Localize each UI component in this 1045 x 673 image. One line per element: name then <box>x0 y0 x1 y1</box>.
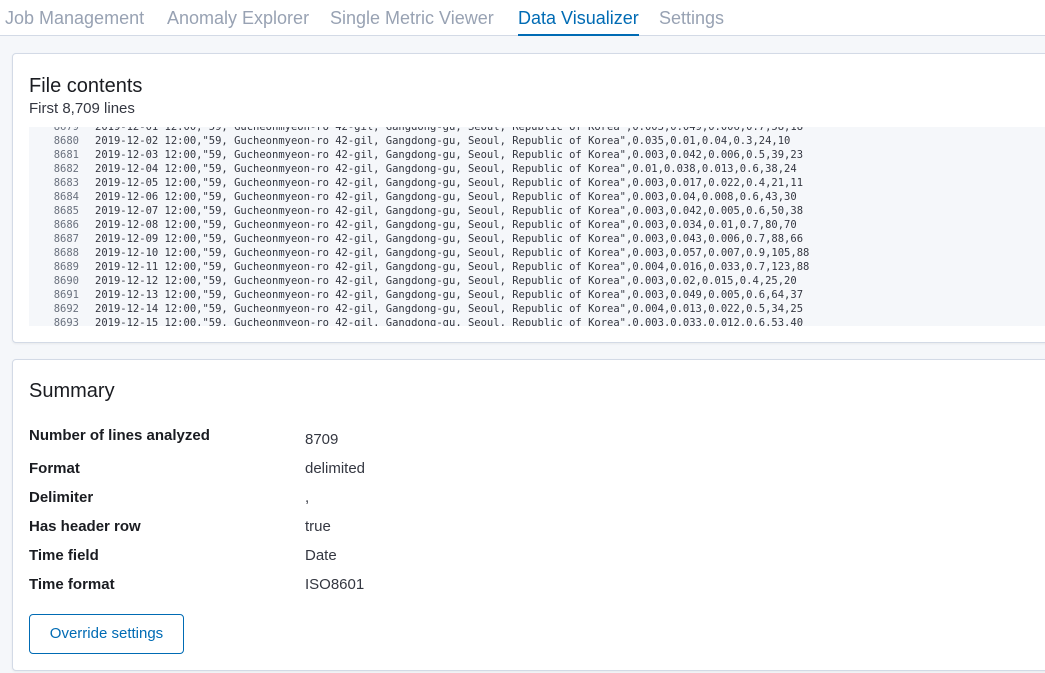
line-text: 2019-12-15 12:00,"59, Gucheonmyeon-ro 42… <box>95 317 804 326</box>
file-contents-title: File contents <box>29 75 143 97</box>
summary-value: true <box>305 518 331 535</box>
code-line: 8688 2019-12-10 12:00,"59, Gucheonmyeon-r… <box>29 246 1045 260</box>
code-line: 8686 2019-12-08 12:00,"59, Gucheonmyeon-r… <box>29 218 1045 232</box>
line-number: 8679 <box>53 127 79 133</box>
line-number: 8686 <box>53 219 79 231</box>
code-line: 8684 2019-12-06 12:00,"59, Gucheonmyeon-r… <box>29 190 1045 204</box>
code-line: 8692 2019-12-14 12:00,"59, Gucheonmyeon-r… <box>29 302 1045 316</box>
summary-label: Time field <box>29 547 99 564</box>
code-line: 8693 2019-12-15 12:00,"59, Gucheonmyeon-r… <box>29 316 1045 326</box>
override-settings-button[interactable]: Override settings <box>29 614 184 654</box>
summary-row-lines-analyzed: Number of lines analyzed 8709 <box>29 427 629 449</box>
line-text: 2019-12-06 12:00,"59, Gucheonmyeon-ro 42… <box>95 191 797 203</box>
line-text: 2019-12-12 12:00,"59, Gucheonmyeon-ro 42… <box>95 275 797 287</box>
code-line: 8679 2019-12-01 12:00,"59, Gucheonmyeon-r… <box>29 127 1045 134</box>
code-line: 8685 2019-12-07 12:00,"59, Gucheonmyeon-r… <box>29 204 1045 218</box>
summary-value: 8709 <box>305 431 339 448</box>
line-number: 8690 <box>53 275 79 287</box>
line-text: 2019-12-04 12:00,"59, Gucheonmyeon-ro 42… <box>95 163 797 175</box>
line-number: 8685 <box>53 205 79 217</box>
summary-value: , <box>305 489 310 506</box>
summary-row-time-format: Time format ISO8601 <box>29 576 629 598</box>
file-contents-code-block[interactable]: 8679 2019-12-01 12:00,"59, Gucheonmyeon-r… <box>29 127 1045 326</box>
tab-job-management[interactable]: Job Management <box>5 7 144 35</box>
line-text: 2019-12-02 12:00,"59, Gucheonmyeon-ro 42… <box>95 135 791 147</box>
code-line: 8683 2019-12-05 12:00,"59, Gucheonmyeon-r… <box>29 176 1045 190</box>
summary-label: Number of lines analyzed <box>29 427 210 444</box>
summary-label: Delimiter <box>29 489 94 506</box>
summary-row-has-header-row: Has header row true <box>29 518 629 540</box>
summary-value: delimited <box>305 460 366 477</box>
summary-value: ISO8601 <box>305 576 365 593</box>
tab-settings[interactable]: Settings <box>659 7 724 35</box>
tab-anomaly-explorer[interactable]: Anomaly Explorer <box>167 7 309 35</box>
summary-label: Format <box>29 460 80 477</box>
code-lines: 8679 2019-12-01 12:00,"59, Gucheonmyeon-r… <box>29 127 1045 326</box>
line-text: 2019-12-05 12:00,"59, Gucheonmyeon-ro 42… <box>95 177 804 189</box>
line-number: 8692 <box>53 303 79 315</box>
line-number: 8693 <box>53 317 79 326</box>
line-number: 8689 <box>53 261 79 273</box>
line-text: 2019-12-14 12:00,"59, Gucheonmyeon-ro 42… <box>95 303 804 315</box>
line-number: 8682 <box>53 163 79 175</box>
line-number: 8683 <box>53 177 79 189</box>
line-number: 8687 <box>53 233 79 245</box>
line-text: 2019-12-03 12:00,"59, Gucheonmyeon-ro 42… <box>95 149 804 161</box>
code-line: 8680 2019-12-02 12:00,"59, Gucheonmyeon-r… <box>29 134 1045 148</box>
tab-single-metric-viewer[interactable]: Single Metric Viewer <box>330 7 494 35</box>
line-number: 8691 <box>53 289 79 301</box>
line-text: 2019-12-09 12:00,"59, Gucheonmyeon-ro 42… <box>95 233 804 245</box>
code-line: 8690 2019-12-12 12:00,"59, Gucheonmyeon-r… <box>29 274 1045 288</box>
summary-value: Date <box>305 547 337 564</box>
line-text: 2019-12-08 12:00,"59, Gucheonmyeon-ro 42… <box>95 219 797 231</box>
line-number: 8684 <box>53 191 79 203</box>
line-text: 2019-12-01 12:00,"59, Gucheonmyeon-ro 42… <box>95 127 804 133</box>
top-nav: Job Management Anomaly Explorer Single M… <box>0 0 1045 36</box>
code-line: 8681 2019-12-03 12:00,"59, Gucheonmyeon-r… <box>29 148 1045 162</box>
summary-title: Summary <box>29 380 115 402</box>
file-contents-panel: File contents First 8,709 lines 8679 2019… <box>12 53 1045 343</box>
tab-data-visualizer[interactable]: Data Visualizer <box>518 7 639 36</box>
summary-label: Has header row <box>29 518 141 535</box>
summary-label: Time format <box>29 576 115 593</box>
line-text: 2019-12-07 12:00,"59, Gucheonmyeon-ro 42… <box>95 205 804 217</box>
line-text: 2019-12-10 12:00,"59, Gucheonmyeon-ro 42… <box>95 247 810 259</box>
code-line: 8691 2019-12-13 12:00,"59, Gucheonmyeon-r… <box>29 288 1045 302</box>
code-line: 8682 2019-12-04 12:00,"59, Gucheonmyeon-r… <box>29 162 1045 176</box>
line-number: 8681 <box>53 149 79 161</box>
summary-row-format: Format delimited <box>29 460 629 482</box>
code-line: 8687 2019-12-09 12:00,"59, Gucheonmyeon-r… <box>29 232 1045 246</box>
summary-row-time-field: Time field Date <box>29 547 629 569</box>
line-text: 2019-12-13 12:00,"59, Gucheonmyeon-ro 42… <box>95 289 804 301</box>
line-number: 8688 <box>53 247 79 259</box>
line-number: 8680 <box>53 135 79 147</box>
summary-row-delimiter: Delimiter , <box>29 489 629 511</box>
line-text: 2019-12-11 12:00,"59, Gucheonmyeon-ro 42… <box>95 261 810 273</box>
summary-panel: Summary Number of lines analyzed 8709 Fo… <box>12 359 1045 671</box>
file-contents-subtitle: First 8,709 lines <box>29 100 135 117</box>
code-line: 8689 2019-12-11 12:00,"59, Gucheonmyeon-r… <box>29 260 1045 274</box>
